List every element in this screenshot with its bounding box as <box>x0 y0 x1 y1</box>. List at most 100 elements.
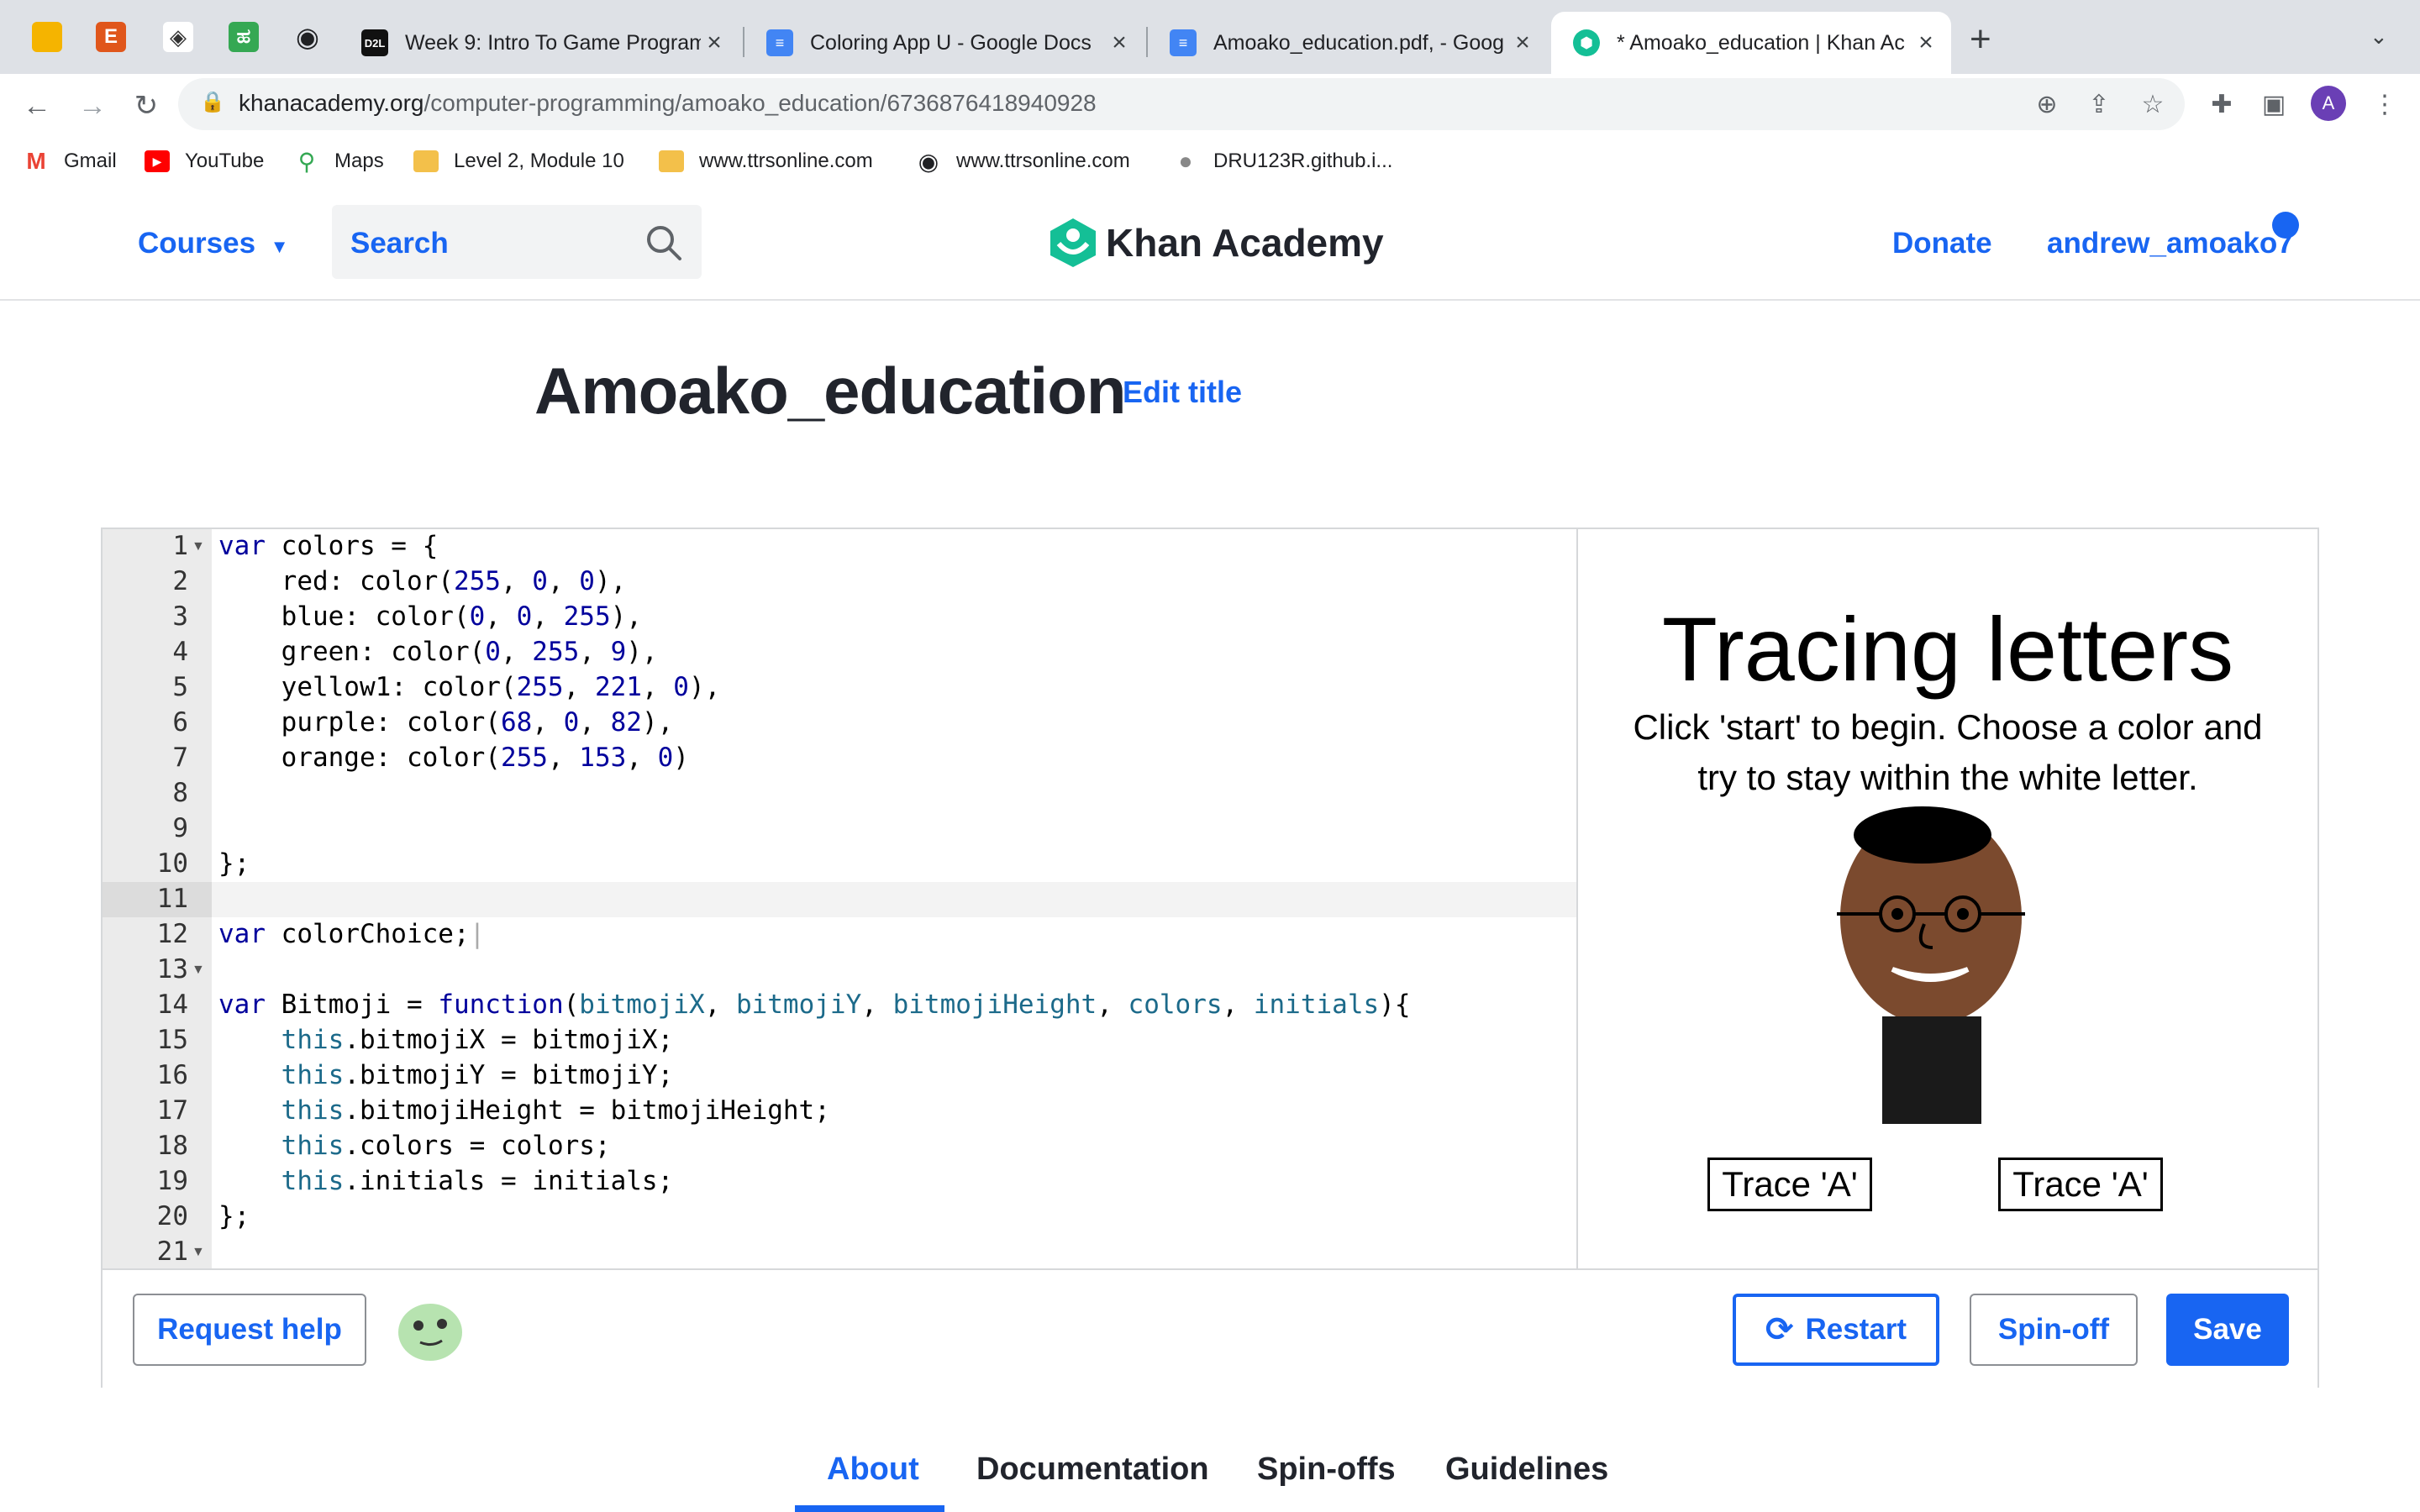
extensions-icon[interactable]: ✚ <box>2203 86 2240 123</box>
green-app-icon[interactable]: ಹ <box>229 22 259 52</box>
d2l-icon: D2L <box>361 29 388 56</box>
maps-icon: ⚲ <box>297 148 316 175</box>
tab-spin-offs[interactable]: Spin-offs <box>1257 1452 1396 1488</box>
tab-pdf[interactable]: ≡ Amoako_education.pdf, - Goog × <box>1148 12 1548 74</box>
fold-arrow-icon[interactable]: ▼ <box>192 1245 205 1260</box>
notification-badge <box>2272 212 2299 239</box>
globe-icon[interactable]: ◉ <box>292 22 323 52</box>
tab-about[interactable]: About <box>827 1452 919 1488</box>
line-number: 15 <box>156 1025 188 1055</box>
line-number: 2 <box>172 566 188 596</box>
bookmark-level2[interactable]: Level 2, Module 10 <box>413 144 624 178</box>
tab-guidelines[interactable]: Guidelines <box>1445 1452 1608 1488</box>
browser-tab-strip: E ◈ ಹ ◉ D2L Week 9: Intro To Game Progra… <box>0 0 2420 74</box>
edit-title-link[interactable]: Edit title <box>1123 375 1242 410</box>
bookmark-star-icon[interactable]: ☆ <box>2134 86 2171 123</box>
forward-icon[interactable]: → <box>72 86 113 126</box>
bookmark-ttrs-2[interactable]: ◉ www.ttrsonline.com <box>916 144 1130 178</box>
search-input[interactable]: Search <box>332 205 702 279</box>
back-icon[interactable]: ← <box>17 86 57 126</box>
bookmark-label: Level 2, Module 10 <box>454 150 624 172</box>
bitmoji-avatar <box>1837 806 2025 1124</box>
bookmark-label: YouTube <box>185 150 265 172</box>
line-number: 1 <box>172 531 188 561</box>
code-line: var Bitmoji = function(bitmojiX, bitmoji… <box>218 990 1411 1020</box>
folder-icon <box>659 150 684 172</box>
bookmark-label: Maps <box>334 150 384 172</box>
globe-icon: ◉ <box>918 148 939 175</box>
fold-arrow-icon[interactable]: ▼ <box>192 539 205 554</box>
tab-title: Week 9: Intro To Game Program <box>405 30 701 55</box>
line-number: 8 <box>172 778 188 808</box>
canvas-instruction: Click 'start' to begin. Choose a color a… <box>1633 707 2263 747</box>
code-line: this.bitmojiHeight = bitmojiHeight; <box>281 1095 830 1126</box>
tab-coloring-app[interactable]: ≡ Coloring App U - Google Docs × <box>744 12 1144 74</box>
code-line: }; <box>218 848 250 879</box>
code-line: orange: color(255, 153, 0) <box>218 743 689 773</box>
bookmark-gmail[interactable]: M Gmail <box>24 144 116 178</box>
close-icon[interactable]: × <box>1509 29 1536 57</box>
search-placeholder: Search <box>350 227 449 260</box>
zoom-icon[interactable]: ⊕ <box>2028 86 2065 123</box>
restart-button[interactable]: ⟳ Restart <box>1733 1294 1939 1366</box>
khan-academy-icon: ⬢ <box>1573 29 1600 56</box>
tab-documentation[interactable]: Documentation <box>976 1452 1209 1488</box>
user-menu[interactable]: andrew_amoako7 <box>2047 227 2294 260</box>
save-button[interactable]: Save <box>2166 1294 2289 1366</box>
trace-a-button[interactable]: Trace 'A' <box>1998 1158 2163 1211</box>
address-bar[interactable]: 🔒 khanacademy.org/computer-programming/a… <box>178 78 2185 130</box>
trace-a-button[interactable]: Trace 'A' <box>1707 1158 1872 1211</box>
side-panel-icon[interactable]: ▣ <box>2255 86 2292 123</box>
active-line-highlight <box>103 882 1576 917</box>
code-line: var colorChoice;| <box>218 919 486 949</box>
folder-icon <box>413 150 439 172</box>
bookmark-label: DRU123R.github.i... <box>1213 150 1393 172</box>
bookmark-label: www.ttrsonline.com <box>956 150 1130 172</box>
google-docs-icon: ≡ <box>766 29 793 56</box>
request-help-button[interactable]: Request help <box>133 1294 366 1366</box>
profile-avatar[interactable]: A <box>2311 86 2346 121</box>
menu-kebab-icon[interactable]: ⋮ <box>2366 86 2403 123</box>
reload-icon[interactable]: ↻ <box>126 86 166 126</box>
bookmarks-bar: M Gmail ▶ YouTube ⚲ Maps Level 2, Module… <box>0 138 2420 188</box>
line-number: 11 <box>156 884 188 914</box>
fold-arrow-icon[interactable]: ▼ <box>192 963 205 978</box>
close-icon[interactable]: × <box>1912 29 1939 57</box>
tab-search-chevron-icon[interactable]: ⌄ <box>2370 24 2388 50</box>
slides-icon[interactable] <box>32 22 62 52</box>
tab-khan-active[interactable]: ⬢ * Amoako_education | Khan Ac × <box>1551 12 1951 74</box>
canvas-instruction: try to stay within the white letter. <box>1697 758 2198 797</box>
url-text[interactable]: khanacademy.org/computer-programming/amo… <box>239 90 1097 117</box>
code-line: this.colors = colors; <box>281 1131 611 1161</box>
bookmark-youtube[interactable]: ▶ YouTube <box>145 144 264 178</box>
code-editor[interactable]: 1 2 3 4 5 6 7 8 9 10 11 12 13 14 15 16 17 18 19 20 21 ▼ ▼ ▼ … <box>103 529 1576 1268</box>
tab-title: * Amoako_education | Khan Ac <box>1617 30 1905 55</box>
khan-academy-logo[interactable]: Khan Academy <box>1049 217 1384 269</box>
code-line: this.bitmojiY = bitmojiY; <box>281 1060 674 1090</box>
donate-link[interactable]: Donate <box>1892 227 1992 260</box>
google-docs-icon: ≡ <box>1170 29 1197 56</box>
courses-menu[interactable]: Courses ▼ <box>138 227 289 260</box>
etsy-e-icon[interactable]: E <box>96 22 126 52</box>
bookmark-maps[interactable]: ⚲ Maps <box>294 144 384 178</box>
bookmark-github[interactable]: ● DRU123R.github.i... <box>1173 144 1393 178</box>
new-tab-button[interactable]: + <box>1970 18 1991 60</box>
url-host: khanacademy.org <box>239 90 424 116</box>
line-number: 13 <box>156 954 188 984</box>
lock-icon[interactable]: 🔒 <box>200 90 225 114</box>
youtube-icon: ▶ <box>145 150 170 172</box>
tab-title: Amoako_education.pdf, - Goog <box>1213 30 1505 55</box>
code-line: this.initials = initials; <box>281 1166 674 1196</box>
code-line: green: color(0, 255, 9), <box>218 637 658 667</box>
close-icon[interactable]: × <box>1106 29 1133 57</box>
share-icon[interactable]: ⇪ <box>2081 86 2118 123</box>
canvas-title: Tracing letters <box>1661 598 2234 700</box>
close-icon[interactable]: × <box>701 29 728 57</box>
khan-academy-hex-icon <box>1050 218 1096 267</box>
diamond-icon[interactable]: ◈ <box>163 22 193 52</box>
spinoff-button[interactable]: Spin-off <box>1970 1294 2138 1366</box>
bookmark-ttrs-1[interactable]: www.ttrsonline.com <box>659 144 873 178</box>
tab-week9[interactable]: D2L Week 9: Intro To Game Program × <box>339 12 739 74</box>
program-canvas[interactable]: Tracing letters Click 'start' to begin. … <box>1578 529 2317 1268</box>
oh-noes-guy-icon[interactable] <box>395 1295 466 1364</box>
